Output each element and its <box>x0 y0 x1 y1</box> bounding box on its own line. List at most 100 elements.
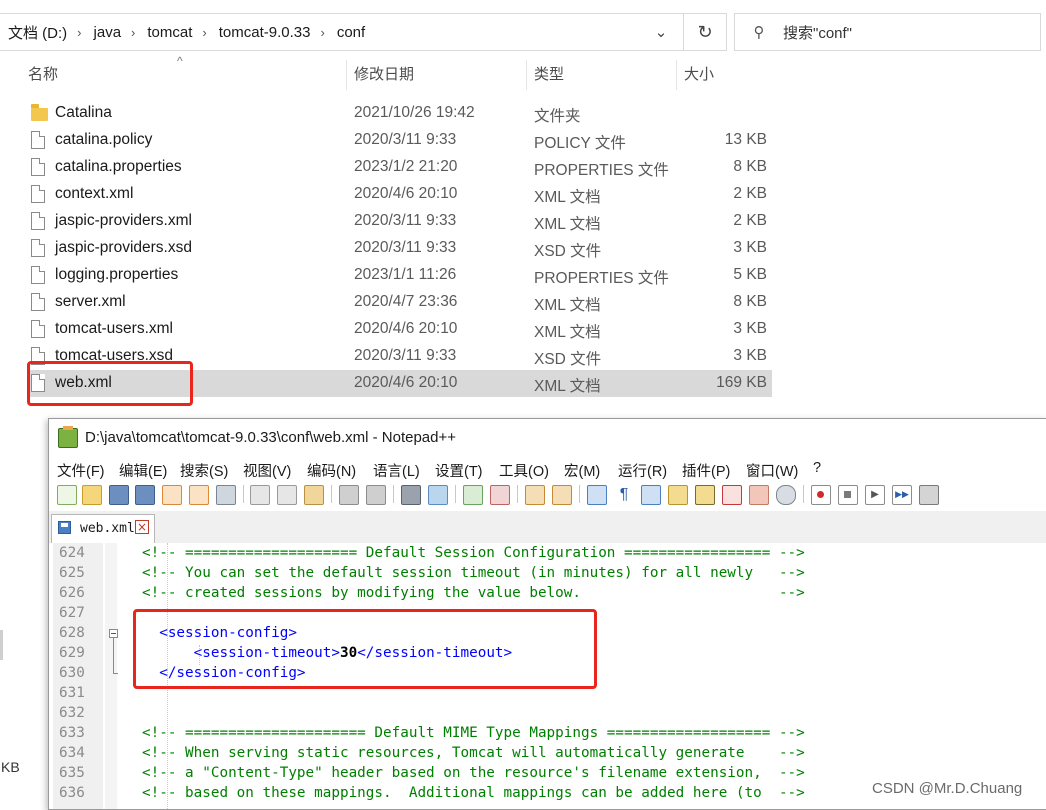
indent-guide-icon[interactable] <box>641 485 661 505</box>
chevron-right-icon[interactable]: › <box>73 25 85 40</box>
close-tab-icon[interactable]: × <box>135 520 149 534</box>
close-all-icon[interactable] <box>189 485 209 505</box>
file-row-jaspic-providers-xml[interactable]: jaspic-providers.xml 2020/3/11 9:33 XML … <box>28 208 772 235</box>
column-type[interactable]: 类型 <box>528 60 676 90</box>
line-number: 624 <box>59 545 85 561</box>
column-divider[interactable] <box>526 60 527 90</box>
line-text: <!-- a "Content-Type" header based on th… <box>142 765 805 781</box>
file-row-tomcat-users-xml[interactable]: tomcat-users.xml 2020/4/6 20:10 XML 文档 3… <box>28 316 772 343</box>
save-macro-icon[interactable] <box>919 485 939 505</box>
doc-map-icon[interactable] <box>695 485 715 505</box>
menu-bar: 文件(F) 编辑(E) 搜索(S) 视图(V) 编码(N) 语言(L) 设置(T… <box>49 457 1046 481</box>
file-date: 2020/3/11 9:33 <box>354 131 457 148</box>
print-icon[interactable] <box>216 485 236 505</box>
file-row-context-xml[interactable]: context.xml 2020/4/6 20:10 XML 文档 2 KB <box>28 181 772 208</box>
column-date[interactable]: 修改日期 <box>348 60 526 90</box>
line-number: 631 <box>59 685 85 701</box>
cut-icon[interactable] <box>250 485 270 505</box>
file-row-jaspic-providers-xsd[interactable]: jaspic-providers.xsd 2020/3/11 9:33 XSD … <box>28 235 772 262</box>
file-size: 3 KB <box>733 239 767 256</box>
refresh-icon[interactable]: ↻ <box>683 14 726 50</box>
function-list-icon[interactable] <box>722 485 742 505</box>
stop-macro-icon[interactable] <box>838 485 858 505</box>
file-icon <box>31 239 45 257</box>
chevron-right-icon[interactable]: › <box>127 25 139 40</box>
tab-web-xml[interactable]: web.xml × <box>51 514 155 543</box>
title-bar[interactable]: D:\java\tomcat\tomcat-9.0.33\conf\web.xm… <box>49 419 1046 457</box>
address-bar[interactable]: 文档 (D:) › java › tomcat › tomcat-9.0.33 … <box>0 13 727 51</box>
paste-icon[interactable] <box>304 485 324 505</box>
zoom-out-icon[interactable] <box>490 485 510 505</box>
file-row-catalina-properties[interactable]: catalina.properties 2023/1/2 21:20 PROPE… <box>28 154 772 181</box>
menu-language[interactable]: 语言(L) <box>373 460 420 481</box>
record-macro-icon[interactable] <box>811 485 831 505</box>
file-size: 8 KB <box>733 293 767 310</box>
file-row-catalina-policy[interactable]: catalina.policy 2020/3/11 9:33 POLICY 文件… <box>28 127 772 154</box>
sync-horizontal-icon[interactable] <box>552 485 572 505</box>
column-divider[interactable] <box>676 60 677 90</box>
file-type: 文件夹 <box>534 108 581 125</box>
menu-settings[interactable]: 设置(T) <box>435 460 483 481</box>
line-number: 630 <box>59 665 85 681</box>
highlight-box-web-xml <box>27 361 193 406</box>
menu-encoding[interactable]: 编码(N) <box>307 460 356 481</box>
menu-edit[interactable]: 编辑(E) <box>119 460 167 481</box>
column-size[interactable]: 大小 <box>678 60 768 90</box>
copy-icon[interactable] <box>277 485 297 505</box>
file-date: 2023/1/2 21:20 <box>354 158 458 175</box>
search-input[interactable]: ⚲ 搜索"conf" <box>734 13 1041 51</box>
file-type: XML 文档 <box>534 189 601 206</box>
menu-view[interactable]: 视图(V) <box>243 460 291 481</box>
notepad-logo-icon <box>58 426 78 448</box>
save-icon[interactable] <box>109 485 129 505</box>
close-icon[interactable] <box>162 485 182 505</box>
column-name[interactable]: 名称 <box>22 60 347 90</box>
breadcrumb-tomcat[interactable]: tomcat <box>139 24 198 41</box>
menu-tools[interactable]: 工具(O) <box>499 460 549 481</box>
file-date: 2020/3/11 9:33 <box>354 239 457 256</box>
breadcrumb-conf[interactable]: conf <box>329 24 371 41</box>
file-row-server-xml[interactable]: server.xml 2020/4/7 23:36 XML 文档 8 KB <box>28 289 772 316</box>
menu-window[interactable]: 窗口(W) <box>746 460 798 481</box>
menu-run[interactable]: 运行(R) <box>618 460 667 481</box>
menu-help[interactable]: ? <box>813 460 821 476</box>
save-all-icon[interactable] <box>135 485 155 505</box>
breadcrumb-drive[interactable]: 文档 (D:) <box>0 22 73 43</box>
open-file-icon[interactable] <box>82 485 102 505</box>
code-line: 624 <!-- ==================== Default Ses… <box>49 543 1046 563</box>
undo-icon[interactable] <box>339 485 359 505</box>
chevron-down-icon[interactable]: ⌄ <box>639 14 683 50</box>
folder-workspace-icon[interactable] <box>749 485 769 505</box>
new-file-icon[interactable] <box>57 485 77 505</box>
breadcrumb-tomcat-version[interactable]: tomcat-9.0.33 <box>211 24 317 41</box>
monitoring-icon[interactable] <box>776 485 796 505</box>
menu-search[interactable]: 搜索(S) <box>180 460 228 481</box>
file-icon <box>31 158 45 176</box>
menu-plugins[interactable]: 插件(P) <box>682 460 730 481</box>
chevron-right-icon[interactable]: › <box>316 25 328 40</box>
run-macro-multiple-icon[interactable]: ▶▶ <box>892 485 912 505</box>
play-macro-icon[interactable]: ▶ <box>865 485 885 505</box>
word-wrap-icon[interactable] <box>587 485 607 505</box>
udl-icon[interactable] <box>668 485 688 505</box>
redo-icon[interactable] <box>366 485 386 505</box>
breadcrumb-java[interactable]: java <box>86 24 128 41</box>
find-icon[interactable] <box>401 485 421 505</box>
file-row-catalina[interactable]: Catalina 2021/10/26 19:42 文件夹 <box>28 100 772 127</box>
search-icon: ⚲ <box>753 24 765 41</box>
file-name: logging.properties <box>55 266 179 283</box>
file-icon <box>31 320 45 338</box>
zoom-in-icon[interactable] <box>463 485 483 505</box>
menu-file[interactable]: 文件(F) <box>57 460 105 481</box>
column-divider[interactable] <box>346 60 347 90</box>
chevron-right-icon[interactable]: › <box>198 25 210 40</box>
show-all-chars-icon[interactable]: ¶ <box>614 485 634 505</box>
file-icon <box>31 212 45 230</box>
replace-icon[interactable] <box>428 485 448 505</box>
file-row-logging-properties[interactable]: logging.properties 2023/1/1 11:26 PROPER… <box>28 262 772 289</box>
file-size: 169 KB <box>716 374 767 391</box>
menu-macro[interactable]: 宏(M) <box>564 460 600 481</box>
code-line: 632 <box>49 703 1046 723</box>
line-number: 627 <box>59 605 85 621</box>
sync-vertical-icon[interactable] <box>525 485 545 505</box>
